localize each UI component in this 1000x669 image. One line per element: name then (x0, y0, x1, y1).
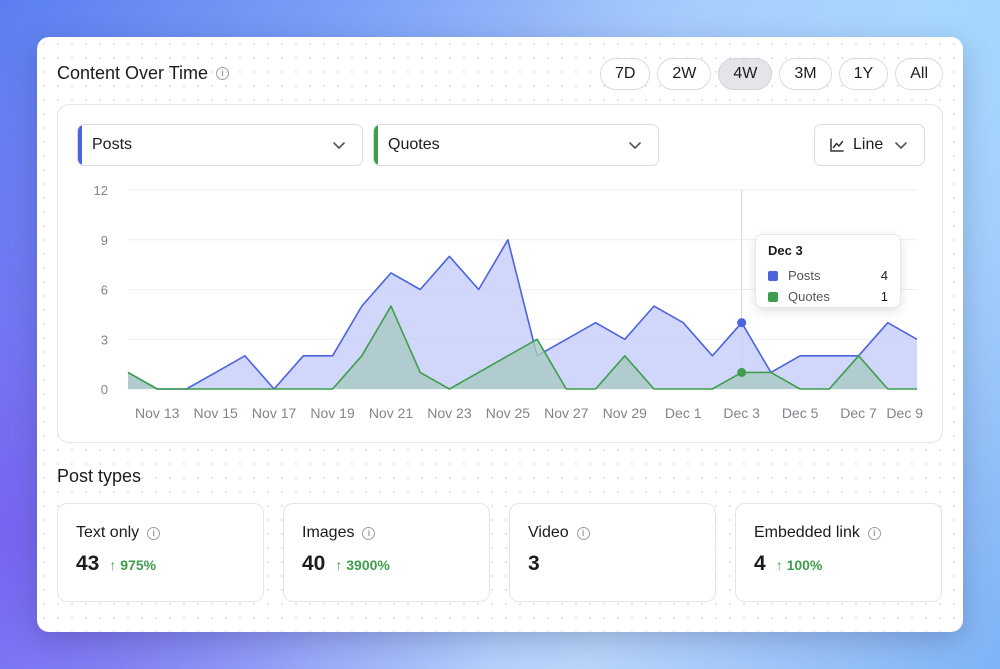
chevron-down-icon (895, 142, 907, 149)
post-type-card-images: Images i 40 ↑ 3900% (283, 503, 490, 602)
post-type-label: Images (302, 524, 355, 541)
post-type-card-text: Text only i 43 ↑ 975% (57, 503, 264, 602)
post-types-cards: Text only i 43 ↑ 975% Images i 40 ↑ 3900% Vi… (57, 503, 942, 602)
info-icon[interactable]: i (576, 526, 590, 540)
series2-select-value: Quotes (388, 136, 440, 153)
range-3m-button[interactable]: 3M (779, 58, 832, 90)
x-tick-label: Nov 13 (135, 405, 180, 421)
info-icon[interactable]: i (362, 526, 376, 540)
quotes-color-accent (374, 125, 378, 165)
posts-swatch (768, 270, 778, 281)
post-type-label: Embedded link (754, 524, 860, 541)
post-type-value: 3 (528, 552, 540, 575)
range-4w-button[interactable]: 4W (718, 58, 773, 90)
info-icon[interactable]: i (867, 526, 881, 540)
quotes-highlight-point (737, 367, 747, 377)
y-tick-label: 12 (94, 183, 108, 198)
x-tick-label: Nov 29 (603, 405, 648, 421)
chart-panel: 0 3 6 9 12 Nov 13 Nov 15 Nov 17 Nov 19 Nov 21 Nov … (57, 104, 943, 443)
tooltip-label: Posts (788, 268, 821, 283)
tooltip-value: 4 (880, 268, 888, 283)
tooltip-date: Dec 3 (768, 243, 803, 258)
chevron-down-icon (629, 142, 641, 149)
page-title: Content Over Time (57, 63, 209, 83)
line-chart-icon (830, 138, 844, 152)
x-tick-label: Dec 9 (886, 405, 923, 421)
tooltip-value: 1 (880, 289, 888, 304)
post-type-card-embedded-link: Embedded link i 4 ↑ 100% (735, 503, 942, 602)
range-selector: 7D 2W 4W 3M 1Y All (599, 58, 943, 90)
info-icon[interactable]: i (216, 67, 230, 80)
x-tick-label: Dec 1 (665, 405, 702, 421)
x-tick-label: Nov 25 (486, 405, 531, 421)
x-tick-label: Nov 15 (193, 405, 238, 421)
chart-tooltip: Dec 3 Posts 4 Quotes 1 (755, 234, 901, 308)
post-types-title: Post types (57, 466, 142, 486)
x-tick-label: Nov 19 (310, 405, 355, 421)
x-tick-label: Dec 5 (782, 405, 819, 421)
y-tick-label: 9 (101, 233, 108, 248)
series1-select-value: Posts (92, 136, 133, 153)
post-type-delta: ↑ 3900% (335, 557, 390, 573)
chevron-down-icon (333, 142, 345, 149)
post-type-label: Text only (76, 524, 140, 541)
range-all-button[interactable]: All (895, 58, 943, 90)
x-tick-label: Nov 27 (544, 405, 589, 421)
y-tick-label: 0 (101, 382, 108, 397)
x-tick-label: Nov 21 (369, 405, 414, 421)
title-row: Content Over Time i (57, 63, 230, 84)
y-tick-label: 3 (101, 332, 108, 347)
chart-type-select[interactable]: Line (814, 124, 925, 166)
series1-select[interactable]: Posts (77, 124, 363, 166)
post-type-delta: ↑ 100% (775, 557, 823, 573)
post-type-card-video: Video i 3 (509, 503, 716, 602)
content-card: Content Over Time i 7D 2W 4W 3M 1Y All 0… (37, 37, 963, 632)
tooltip-row-posts: Posts 4 (768, 265, 888, 286)
x-tick-label: Dec 7 (840, 405, 877, 421)
y-tick-label: 6 (101, 283, 108, 298)
x-tick-label: Dec 3 (723, 405, 760, 421)
post-type-value: 4 (754, 552, 766, 575)
quotes-swatch (768, 291, 778, 302)
chart-type-value: Line (853, 136, 884, 153)
post-type-label: Video (528, 524, 569, 541)
posts-color-accent (78, 125, 82, 165)
tooltip-row-quotes: Quotes 1 (768, 286, 888, 307)
info-icon[interactable]: i (147, 526, 161, 540)
x-tick-label: Nov 23 (427, 405, 472, 421)
range-7d-button[interactable]: 7D (599, 58, 651, 90)
tooltip-label: Quotes (788, 289, 830, 304)
range-1y-button[interactable]: 1Y (838, 58, 889, 90)
range-2w-button[interactable]: 2W (657, 58, 712, 90)
posts-highlight-point (737, 318, 747, 328)
post-type-value: 43 (76, 552, 100, 575)
x-tick-label: Nov 17 (252, 405, 297, 421)
series2-select[interactable]: Quotes (373, 124, 659, 166)
post-type-delta: ↑ 975% (109, 557, 157, 573)
post-type-value: 40 (302, 552, 326, 575)
